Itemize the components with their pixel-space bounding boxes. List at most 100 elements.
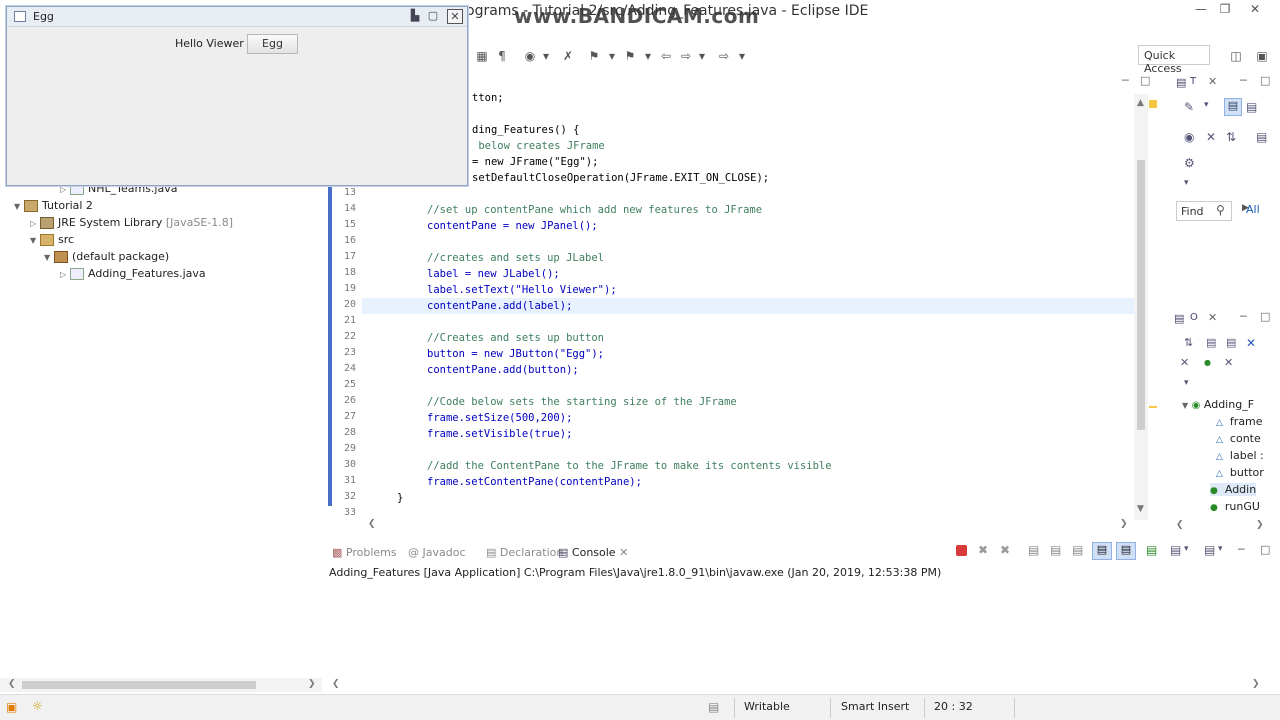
forward-nav-icon[interactable]: ⇨ bbox=[678, 48, 694, 64]
pilcrow-icon[interactable]: ¶ bbox=[494, 48, 510, 64]
scroll-up-icon[interactable]: ▲ bbox=[1137, 98, 1144, 108]
code-line[interactable]: label = new JLabel(); bbox=[427, 268, 560, 280]
maximize-view-icon[interactable]: □ bbox=[1140, 74, 1150, 87]
chevron-down-icon[interactable]: ▾ bbox=[1184, 544, 1189, 554]
close-icon[interactable]: ✕ bbox=[1240, 2, 1270, 20]
all-filter-link[interactable]: All bbox=[1246, 203, 1260, 216]
forward-icon[interactable]: ⇨ bbox=[716, 48, 732, 64]
minimize-view-icon[interactable]: ─ bbox=[1240, 310, 1247, 323]
tree-item-tutorial-2[interactable]: ▼ Tutorial 2 bbox=[14, 199, 93, 215]
annotation-icon[interactable]: ⚑ bbox=[586, 48, 602, 64]
code-line[interactable]: contentPane = new JPanel(); bbox=[427, 220, 598, 232]
collapse-all-icon[interactable]: ▤ bbox=[1206, 336, 1216, 349]
lightbulb-icon[interactable]: ☼ bbox=[32, 699, 43, 713]
next-annotation-icon[interactable]: ⚑ bbox=[622, 48, 638, 64]
java-perspective-icon[interactable]: ▣ bbox=[1254, 48, 1270, 64]
close-icon[interactable]: ✕ bbox=[619, 546, 628, 559]
warning-marker[interactable] bbox=[1149, 100, 1157, 108]
terminate-icon[interactable] bbox=[956, 545, 967, 556]
outline-item-constructor[interactable]: ● Addin bbox=[1210, 483, 1257, 496]
code-line[interactable]: //add the ContentPane to the JFrame to m… bbox=[427, 460, 832, 472]
bandicam-icon[interactable]: ▣ bbox=[6, 700, 17, 714]
overview-ruler[interactable] bbox=[1148, 94, 1158, 520]
code-line[interactable]: } bbox=[397, 492, 403, 504]
format-icon[interactable]: ▦ bbox=[474, 48, 490, 64]
scroll-right-icon[interactable]: ❯ bbox=[1120, 519, 1128, 529]
outline-icon[interactable]: ▤ bbox=[1174, 312, 1184, 325]
maximize-view-icon[interactable]: □ bbox=[1260, 543, 1270, 556]
maximize-view-icon[interactable]: □ bbox=[1260, 310, 1270, 323]
maximize-icon[interactable]: ▢ bbox=[425, 9, 441, 24]
code-line[interactable]: //Creates and sets up button bbox=[427, 332, 604, 344]
scroll-right-icon[interactable]: ❯ bbox=[308, 679, 316, 689]
hide-static-icon[interactable]: ✕ bbox=[1246, 336, 1256, 350]
insert-mode-status[interactable]: Smart Insert bbox=[841, 700, 909, 713]
code-line[interactable]: label.setText("Hello Viewer"); bbox=[427, 284, 617, 296]
hide-fields-icon[interactable]: ▤ bbox=[1226, 336, 1236, 349]
chevron-down-icon[interactable]: ▾ bbox=[1204, 100, 1209, 110]
task-icon[interactable]: ▤ bbox=[708, 700, 719, 714]
show-console-icon[interactable]: ▤ bbox=[1092, 542, 1112, 560]
remove-launch-icon[interactable]: ✖ bbox=[978, 543, 988, 557]
focus-icon[interactable]: ◉ bbox=[1184, 130, 1194, 144]
tab-javadoc[interactable]: @ Javadoc bbox=[408, 546, 466, 559]
outline-tab-icon[interactable]: O bbox=[1190, 312, 1198, 323]
code-line[interactable]: contentPane.add(button); bbox=[427, 364, 579, 376]
scrollbar-thumb[interactable] bbox=[1137, 160, 1145, 430]
scroll-left-icon[interactable]: ❮ bbox=[368, 519, 376, 529]
code-line[interactable]: frame.setContentPane(contentPane); bbox=[427, 476, 642, 488]
chevron-right-icon[interactable]: ▷ bbox=[30, 219, 40, 228]
console-scrollbar[interactable]: ❮ ❯ bbox=[328, 678, 1268, 692]
scroll-left-icon[interactable]: ❮ bbox=[8, 679, 16, 689]
remove-all-icon[interactable]: ✖ bbox=[1000, 543, 1010, 557]
restore-icon[interactable]: ❐ bbox=[1210, 2, 1240, 20]
tool-icon[interactable]: ✗ bbox=[560, 48, 576, 64]
synchronize-icon[interactable]: ⇅ bbox=[1226, 130, 1236, 144]
scroll-down-icon[interactable]: ▼ bbox=[1137, 504, 1144, 514]
scroll-right-icon[interactable]: ❯ bbox=[1252, 679, 1260, 689]
new-task-icon[interactable]: ✎ bbox=[1184, 100, 1194, 114]
chevron-down-icon[interactable]: ▼ bbox=[14, 202, 24, 211]
hide-local-icon[interactable]: ✕ bbox=[1224, 356, 1233, 369]
code-line[interactable]: ding_Features() { bbox=[472, 124, 579, 136]
tree-item-adding-features[interactable]: ▷ Adding_Features.java bbox=[60, 267, 206, 283]
package-explorer-scrollbar[interactable]: ❮ ❯ bbox=[0, 678, 322, 692]
tab-declaration[interactable]: ▤ Declaration bbox=[486, 546, 563, 559]
chevron-down-icon[interactable]: ▾ bbox=[1184, 178, 1189, 188]
code-line[interactable]: frame.setSize(500,200); bbox=[427, 412, 572, 424]
tab-console[interactable]: ▤ Console ✕ bbox=[558, 546, 628, 559]
code-line[interactable]: //set up contentPane which add new featu… bbox=[427, 204, 762, 216]
chevron-right-icon[interactable]: ▷ bbox=[60, 270, 70, 279]
minimize-icon[interactable]: ▙ bbox=[407, 9, 423, 24]
collapse-icon[interactable]: ✕ bbox=[1206, 130, 1216, 144]
tab-problems[interactable]: ▩ Problems bbox=[332, 546, 397, 559]
chevron-down-icon[interactable]: ▼ bbox=[44, 253, 54, 262]
scrollbar-thumb[interactable] bbox=[22, 681, 256, 689]
occurrence-marker[interactable] bbox=[1149, 406, 1157, 408]
categorize-icon[interactable]: ▤ bbox=[1224, 98, 1242, 116]
close-icon[interactable]: ✕ bbox=[1208, 311, 1217, 324]
chevron-down-icon[interactable]: ▾ bbox=[1184, 378, 1189, 388]
close-icon[interactable]: ✕ bbox=[447, 9, 463, 24]
chevron-down-icon[interactable]: ▾ bbox=[640, 48, 656, 64]
open-perspective-icon[interactable]: ◫ bbox=[1228, 48, 1244, 64]
editor-vertical-scrollbar[interactable]: ▲ ▼ bbox=[1134, 94, 1148, 520]
expand-icon[interactable]: ▤ bbox=[1256, 130, 1267, 144]
tree-item-default-package[interactable]: ▼ (default package) bbox=[44, 250, 169, 266]
outline-item-field[interactable]: △ buttor bbox=[1216, 466, 1264, 479]
code-line[interactable]: = new JFrame("Egg"); bbox=[472, 156, 598, 168]
chevron-right-icon[interactable]: ▷ bbox=[60, 185, 70, 194]
code-line[interactable]: below creates JFrame bbox=[472, 140, 604, 152]
minimize-view-icon[interactable]: ─ bbox=[1122, 74, 1129, 87]
minimize-view-icon[interactable]: ─ bbox=[1240, 74, 1247, 87]
display-console-icon[interactable]: ▤ bbox=[1170, 543, 1181, 557]
outline-item-method[interactable]: ● runGU bbox=[1210, 500, 1260, 513]
filter-icon[interactable]: ▤ bbox=[1246, 100, 1257, 114]
new-console-icon[interactable]: ▤ bbox=[1204, 543, 1215, 557]
code-line[interactable]: tton; bbox=[472, 92, 504, 104]
outline-item-field[interactable]: △ label : bbox=[1216, 449, 1264, 462]
egg-window-titlebar[interactable]: Egg ▙ ▢ ✕ bbox=[7, 7, 467, 27]
code-line[interactable]: frame.setVisible(true); bbox=[427, 428, 572, 440]
scroll-right-icon[interactable]: ❯ bbox=[1256, 520, 1264, 530]
chevron-down-icon[interactable]: ▾ bbox=[538, 48, 554, 64]
